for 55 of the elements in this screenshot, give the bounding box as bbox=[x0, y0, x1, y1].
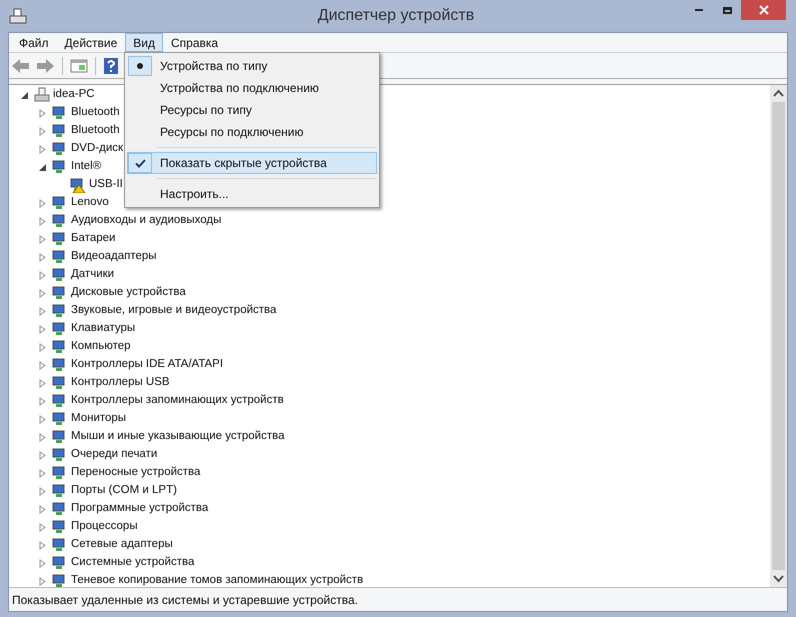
tree-item[interactable]: Bluetooth bbox=[71, 104, 120, 122]
tree-item[interactable]: Очереди печати bbox=[71, 446, 158, 464]
tree-item[interactable]: Звуковые, игровые и видеоустройства bbox=[71, 302, 276, 320]
help-icon[interactable] bbox=[103, 56, 119, 74]
expanded-arrow-icon[interactable] bbox=[21, 90, 29, 100]
computer-icon bbox=[34, 87, 50, 103]
scrollbar[interactable] bbox=[770, 85, 787, 587]
tree-item[interactable]: Контроллеры IDE ATA/ATAPI bbox=[71, 356, 224, 374]
console-tree-icon[interactable] bbox=[70, 58, 88, 74]
tree-item[interactable]: Дисковые устройства bbox=[71, 284, 186, 302]
tree-item[interactable]: Переносные устройства bbox=[71, 464, 200, 482]
tree-item[interactable]: Системные устройства bbox=[71, 554, 194, 572]
tree-item[interactable]: Теневое копирование томов запоминающих устройств bbox=[71, 572, 364, 587]
tree-item[interactable]: Клавиатуры bbox=[71, 320, 136, 338]
check-icon bbox=[134, 158, 146, 168]
back-arrow-icon[interactable] bbox=[11, 58, 31, 74]
device-manager-icon bbox=[9, 8, 27, 24]
bullet-icon bbox=[137, 63, 143, 69]
tree-item[interactable]: Контроллеры запоминающих устройств bbox=[71, 392, 284, 410]
forward-arrow-icon[interactable] bbox=[35, 58, 55, 74]
tree-item[interactable]: Bluetooth bbox=[71, 122, 120, 140]
tree-item[interactable]: Процессоры bbox=[71, 518, 138, 536]
tree-item[interactable]: Порты (COM и LPT) bbox=[71, 482, 177, 500]
close-button[interactable] bbox=[741, 0, 786, 20]
tree-item[interactable]: DVD-диск bbox=[71, 140, 124, 158]
tree-item[interactable]: Видеоадаптеры bbox=[71, 248, 157, 266]
menu-option[interactable]: Показать скрытые устройства bbox=[127, 152, 377, 174]
window-title: Диспетчер устройств bbox=[318, 6, 474, 26]
tree-item[interactable]: Программные устройства bbox=[71, 500, 208, 518]
scroll-thumb[interactable] bbox=[772, 102, 785, 570]
tree-item[interactable]: Lenovo bbox=[71, 194, 109, 212]
menu-option[interactable]: Ресурсы по подключению bbox=[127, 121, 377, 143]
menu-option[interactable]: Настроить... bbox=[127, 183, 377, 205]
menu-item[interactable]: Вид bbox=[125, 33, 163, 52]
menu-option[interactable]: Устройства по подключению bbox=[127, 77, 377, 99]
tree-item[interactable]: Батареи bbox=[71, 230, 116, 248]
tree-item[interactable]: Intel® bbox=[71, 158, 102, 176]
menu-option[interactable]: Ресурсы по типу bbox=[127, 99, 377, 121]
tree-item[interactable]: USB-II bbox=[89, 176, 123, 194]
menu-item[interactable]: Справка bbox=[163, 33, 226, 52]
menu-option[interactable]: Устройства по типу bbox=[127, 55, 377, 77]
tree-item[interactable]: Сетевые адаптеры bbox=[71, 536, 173, 554]
menu-item[interactable]: Действие bbox=[56, 33, 126, 52]
tree-item[interactable]: Компьютер bbox=[71, 338, 131, 356]
menu-item[interactable]: Файл bbox=[11, 33, 57, 52]
tree-item[interactable]: Мыши и иные указывающие устройства bbox=[71, 428, 285, 446]
tree-item[interactable]: Датчики bbox=[71, 266, 114, 284]
tree-item[interactable]: Контроллеры USB bbox=[71, 374, 170, 392]
tree-item[interactable]: Аудиовходы и аудиовыходы bbox=[71, 212, 222, 230]
tree-item[interactable]: idea-PC bbox=[53, 86, 95, 104]
tree-item[interactable]: Мониторы bbox=[71, 410, 126, 428]
warning-device-icon bbox=[70, 177, 86, 193]
expanded-arrow-icon[interactable] bbox=[39, 162, 47, 172]
close-icon bbox=[758, 5, 768, 15]
status-text: Показывает удаленные из системы и устаревшие устройства. bbox=[12, 592, 358, 608]
